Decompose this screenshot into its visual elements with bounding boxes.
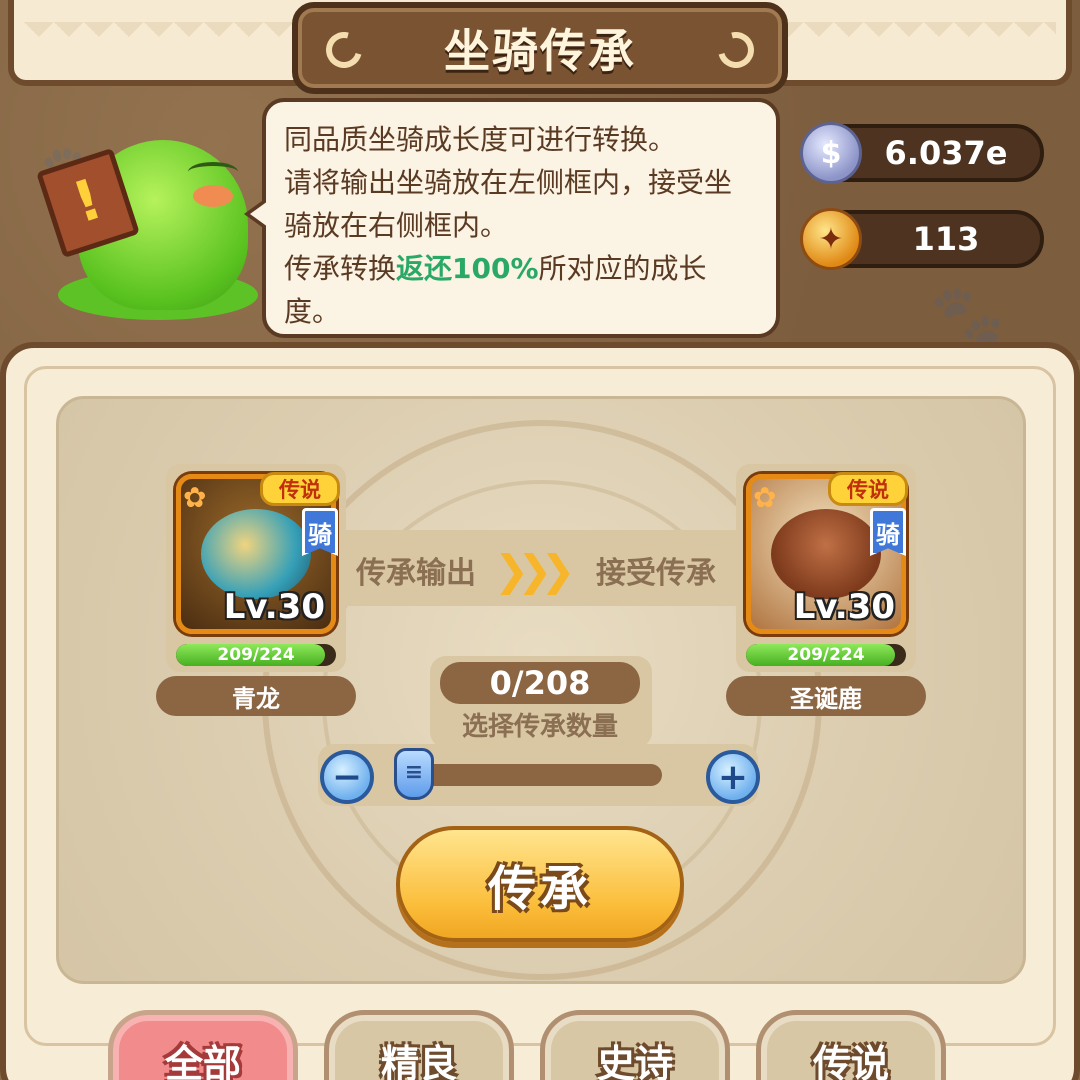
- inherit-button[interactable]: 传承: [396, 826, 684, 942]
- tab-all[interactable]: 全部: [108, 1010, 298, 1080]
- receive-mount-name: 圣诞鹿: [726, 676, 926, 716]
- growth-value: 209/224: [787, 645, 865, 665]
- silver-coin-icon: $: [800, 122, 862, 184]
- gold-medal-icon: ✦: [800, 208, 862, 270]
- growth-bar: 209/224: [746, 644, 906, 666]
- flower-icon: ✿: [753, 481, 777, 514]
- growth-value: 209/224: [217, 645, 295, 665]
- slime-mascot: !: [36, 130, 258, 320]
- scroll-ornament-icon: [711, 25, 761, 75]
- output-mount-name: 青龙: [156, 676, 356, 716]
- rarity-badge: 传说: [828, 472, 908, 506]
- tab-legendary[interactable]: 传说: [756, 1010, 946, 1080]
- quantity-value: 0/208: [440, 662, 640, 704]
- hint-line: 同品质坐骑成长度可进行转换。: [284, 123, 677, 156]
- silver-amount: 6.037e: [884, 134, 1008, 172]
- tab-rare[interactable]: 精良: [324, 1010, 514, 1080]
- growth-bar: 209/224: [176, 644, 336, 666]
- increase-button[interactable]: +: [706, 750, 760, 804]
- paw-print-icon: 🐾: [930, 281, 1005, 351]
- deer-mount-art: [771, 509, 881, 599]
- flower-icon: ✿: [183, 481, 207, 514]
- rarity-badge: 传说: [260, 472, 340, 506]
- scroll-ornament-icon: [319, 25, 369, 75]
- gold-amount: 113: [912, 220, 980, 258]
- quantity-slider-track[interactable]: [400, 764, 662, 786]
- quantity-slider-thumb[interactable]: ≡: [394, 748, 434, 800]
- hint-line: 传承转换返还100%所对应的成长度。: [284, 252, 707, 328]
- mount-level: Lv.30: [793, 587, 895, 627]
- title-plate: 坐骑传承: [292, 2, 788, 94]
- hint-highlight: 返还100%: [396, 252, 539, 285]
- output-label: 传承输出: [356, 556, 476, 591]
- receive-label: 接受传承: [596, 556, 716, 591]
- quantity-label: 选择传承数量: [461, 712, 618, 742]
- page-title: 坐骑传承: [444, 24, 636, 78]
- hint-line: 请将输出坐骑放在左侧框内，接受坐骑放在右侧框内。: [284, 166, 733, 242]
- hint-bubble: 同品质坐骑成长度可进行转换。 请将输出坐骑放在左侧框内，接受坐骑放在右侧框内。 …: [244, 98, 780, 338]
- dragon-mount-art: [201, 509, 311, 599]
- mount-level: Lv.30: [223, 587, 325, 627]
- tab-epic[interactable]: 史诗: [540, 1010, 730, 1080]
- decrease-button[interactable]: −: [320, 750, 374, 804]
- triple-arrow-icon: ❯❯❯: [494, 546, 576, 595]
